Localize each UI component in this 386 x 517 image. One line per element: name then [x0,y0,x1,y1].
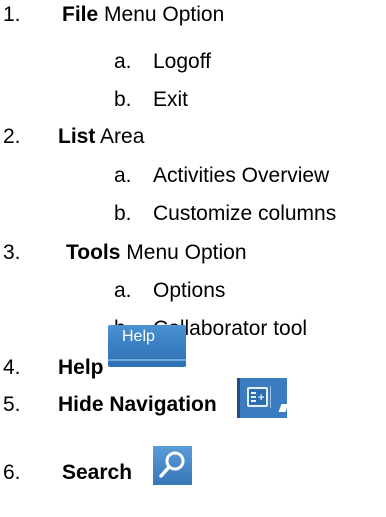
item-title-bold: Hide Navigation [58,393,217,416]
help-button-underline [108,359,186,361]
panel-frame-icon: + [247,387,268,407]
sub-item-text: Customize columns [153,202,337,225]
sub-item-text: Exit [153,88,189,111]
help-button-label: Help [122,328,155,345]
magnifier-icon [159,451,185,478]
hide-navigation-icon: + [237,378,287,418]
help-button-image: Help [108,325,186,367]
item-title-bold: Help [58,356,104,379]
item-number: 6. [3,461,21,484]
sub-item-letter: a. [114,50,132,73]
item-title-bold: Search [62,461,133,484]
item-title-bold: File [62,3,99,26]
sub-item-text: Activities Overview [153,164,330,187]
item-number: 3. [3,241,21,264]
sub-item-letter: b. [114,202,132,225]
sub-item-text: Options [153,279,226,302]
item-number: 5. [3,393,21,416]
item-number: 4. [3,356,21,379]
sub-item-letter: b. [114,88,132,111]
sub-item-text: Logoff [153,50,212,73]
sub-item-letter: a. [114,164,132,187]
item-title-bold: Tools [66,241,121,264]
toolbar-separator [270,386,271,408]
item-number: 2. [3,125,21,148]
cropped-icon-edge [278,404,287,412]
item-title-bold: List [58,125,96,148]
item-title-rest: Menu Option [120,241,247,264]
item-number: 1. [3,3,21,26]
item-title-rest: Area [95,125,145,148]
item-title-rest: Menu Option [98,3,225,26]
search-icon [153,446,192,485]
sub-item-letter: a. [114,279,132,302]
